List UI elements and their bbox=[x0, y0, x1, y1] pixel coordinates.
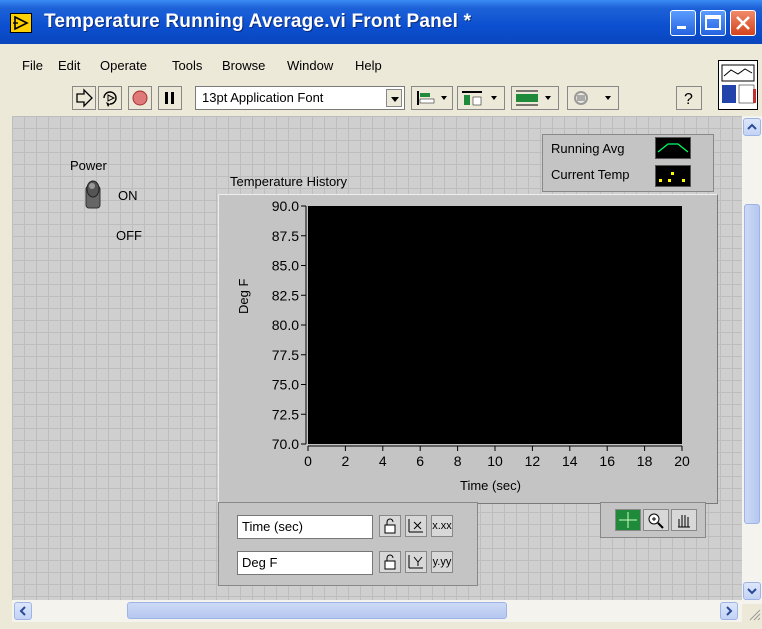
menu-operate[interactable]: Operate bbox=[100, 58, 147, 73]
pan-tool-button[interactable] bbox=[671, 509, 697, 531]
lock-icon bbox=[384, 554, 396, 570]
zoom-tool-button[interactable] bbox=[643, 509, 669, 531]
run-continuously-button[interactable] bbox=[98, 86, 122, 110]
y-axis-label: Deg F bbox=[236, 278, 251, 314]
distribute-objects-button[interactable] bbox=[457, 86, 505, 110]
window-title: Temperature Running Average.vi Front Pan… bbox=[44, 11, 472, 32]
y-autoscale-button[interactable] bbox=[405, 551, 427, 573]
menu-window[interactable]: Window bbox=[287, 58, 333, 73]
legend-swatch-running-avg[interactable] bbox=[655, 137, 691, 159]
power-on-label: ON bbox=[118, 188, 138, 203]
svg-text:?: ? bbox=[684, 91, 693, 108]
legend-swatch-current-temp[interactable] bbox=[655, 165, 691, 187]
run-continuously-icon bbox=[103, 91, 117, 107]
x-scale-name-field[interactable]: Time (sec) bbox=[237, 515, 373, 539]
lock-icon bbox=[384, 518, 396, 534]
context-help-button[interactable]: ? bbox=[676, 86, 702, 110]
scale-legend: Time (sec) x.xx Deg F y.yy bbox=[218, 502, 478, 586]
x-format-button[interactable]: x.xx bbox=[431, 515, 453, 537]
cursor-tool-button[interactable] bbox=[615, 509, 641, 531]
plot-area[interactable] bbox=[308, 206, 682, 444]
scroll-left-button[interactable] bbox=[14, 602, 32, 620]
close-icon bbox=[736, 16, 750, 30]
plot-legend[interactable]: Running Avg Current Temp bbox=[542, 134, 714, 192]
stop-sign-icon bbox=[132, 90, 148, 106]
reorder-icon bbox=[574, 91, 611, 105]
resize-grip-icon bbox=[749, 609, 761, 621]
vertical-scroll-thumb[interactable] bbox=[744, 204, 760, 524]
menu-bar: File Edit Operate Tools Browse Window He… bbox=[0, 58, 762, 80]
x-autoscale-button[interactable] bbox=[405, 515, 427, 537]
current-temp-points-icon bbox=[659, 172, 685, 182]
chevron-down-icon bbox=[747, 588, 757, 595]
y-scale-name-field[interactable]: Deg F bbox=[237, 551, 373, 575]
menu-help[interactable]: Help bbox=[355, 58, 382, 73]
align-objects-icon bbox=[417, 91, 447, 105]
scroll-down-button[interactable] bbox=[743, 582, 761, 600]
distribute-objects-icon bbox=[462, 91, 497, 106]
chevron-left-icon bbox=[19, 606, 26, 616]
run-button[interactable] bbox=[72, 86, 96, 110]
help-icon: ? bbox=[684, 91, 693, 108]
title-bar[interactable]: Temperature Running Average.vi Front Pan… bbox=[0, 0, 762, 44]
legend-label-current-temp: Current Temp bbox=[551, 167, 630, 182]
y-scale-lock-button[interactable] bbox=[379, 551, 401, 573]
font-selector-value: 13pt Application Font bbox=[202, 90, 324, 105]
power-off-label: OFF bbox=[116, 228, 142, 243]
menu-browse[interactable]: Browse bbox=[222, 58, 265, 73]
font-selector[interactable]: 13pt Application Font bbox=[195, 86, 405, 110]
minimize-icon bbox=[677, 26, 686, 29]
pause-icon bbox=[165, 92, 174, 104]
menu-tools[interactable]: Tools bbox=[172, 58, 202, 73]
abort-button[interactable] bbox=[128, 86, 152, 110]
minimize-button[interactable] bbox=[670, 10, 696, 36]
graph-title: Temperature History bbox=[230, 174, 348, 189]
horizontal-scroll-thumb[interactable] bbox=[127, 602, 507, 619]
crosshair-icon bbox=[619, 512, 637, 528]
labview-window: Temperature Running Average.vi Front Pan… bbox=[0, 0, 762, 629]
front-panel: Power ON OFF Running Avg Current Temp Te… bbox=[12, 116, 742, 600]
resize-objects-icon bbox=[516, 90, 551, 106]
autoscale-x-icon bbox=[408, 519, 423, 533]
scroll-up-button[interactable] bbox=[743, 118, 761, 136]
chevron-down-icon[interactable] bbox=[386, 89, 402, 107]
chevron-up-icon bbox=[747, 123, 757, 130]
chevron-right-icon bbox=[726, 606, 733, 616]
menu-file[interactable]: File bbox=[22, 58, 43, 73]
run-arrow-icon bbox=[76, 88, 93, 108]
zoom-magnifier-icon bbox=[648, 513, 664, 529]
power-label: Power bbox=[70, 158, 107, 173]
toolbar: 13pt Application Font ? bbox=[0, 82, 762, 114]
hand-icon bbox=[678, 515, 690, 528]
vi-graph-icon bbox=[721, 64, 756, 104]
autoscale-y-icon bbox=[408, 555, 423, 569]
menu-edit[interactable]: Edit bbox=[58, 58, 80, 73]
reorder-button[interactable] bbox=[567, 86, 619, 110]
close-button[interactable] bbox=[730, 10, 756, 36]
maximize-button[interactable] bbox=[700, 10, 726, 36]
toggle-switch-icon bbox=[85, 180, 101, 209]
running-avg-line-icon bbox=[657, 143, 689, 153]
horizontal-scrollbar[interactable] bbox=[12, 600, 742, 622]
power-toggle-switch[interactable] bbox=[82, 178, 104, 212]
align-objects-button[interactable] bbox=[411, 86, 453, 110]
pause-button[interactable] bbox=[158, 86, 182, 110]
legend-label-running-avg: Running Avg bbox=[551, 141, 625, 156]
resize-objects-button[interactable] bbox=[511, 86, 559, 110]
labview-app-icon bbox=[10, 13, 32, 33]
vertical-scrollbar[interactable] bbox=[742, 116, 762, 604]
resize-grip[interactable] bbox=[742, 604, 762, 622]
x-axis-label: Time (sec) bbox=[460, 478, 521, 493]
vi-connector-icon[interactable] bbox=[718, 60, 758, 110]
y-format-button[interactable]: y.yy bbox=[431, 551, 453, 573]
maximize-icon bbox=[705, 15, 721, 30]
x-scale-lock-button[interactable] bbox=[379, 515, 401, 537]
scroll-right-button[interactable] bbox=[720, 602, 738, 620]
graph-palette bbox=[600, 502, 706, 538]
